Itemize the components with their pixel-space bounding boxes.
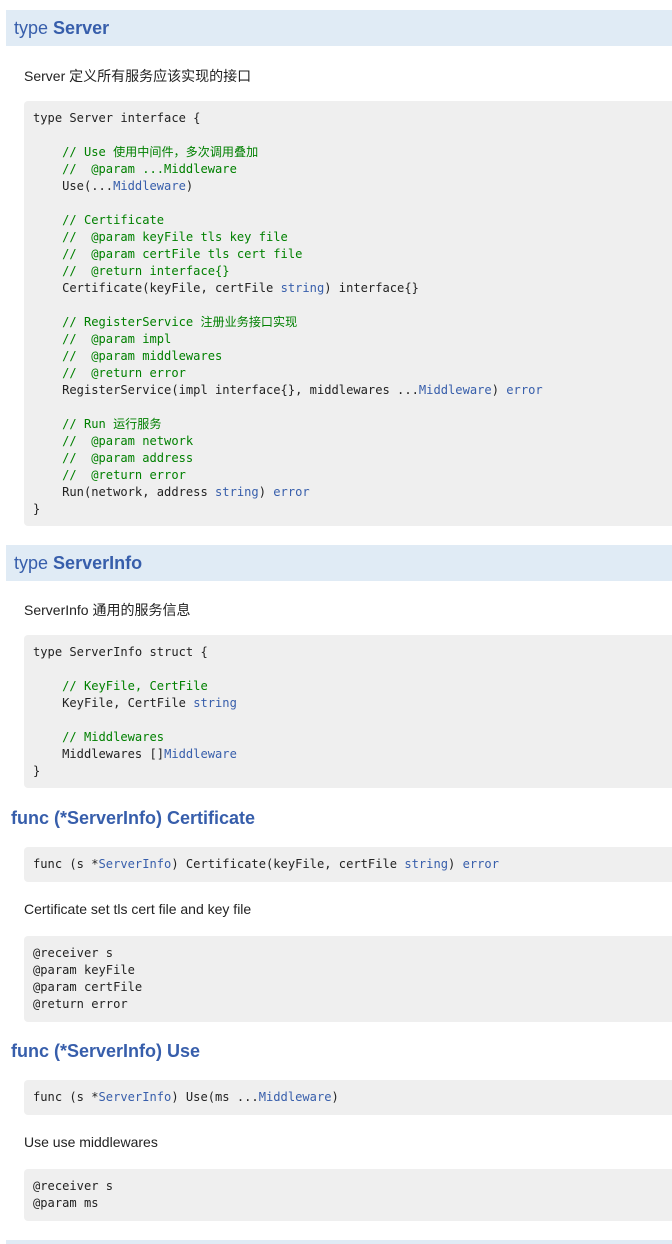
code-text: )	[331, 1090, 339, 1104]
code-comment-line: // KeyFile, CertFile	[33, 679, 208, 693]
type-link[interactable]: string	[281, 281, 325, 295]
code-comment-line: // @param keyFile tls key file	[33, 230, 288, 244]
code-text: ) Use(ms ...	[171, 1090, 259, 1104]
code-line: @param keyFile	[33, 963, 135, 977]
code-comment-line: // Use 使用中间件，多次调用叠加	[33, 145, 259, 159]
code-lines: type Server interface { ​ // Use 使用中间件，多次…	[24, 101, 672, 518]
code-line: @receiver s	[33, 946, 114, 960]
func-title-certificate[interactable]: func (*ServerInfo) Certificate	[11, 808, 255, 829]
code-text: )	[491, 383, 507, 397]
serverinfo-code-block: type ServerInfo struct { ​ // KeyFile, Ce…	[24, 635, 672, 788]
code-comment-line: // Certificate	[33, 213, 165, 227]
code-lines: @receiver s @param ms	[24, 1169, 672, 1212]
code-line: ​	[33, 297, 672, 314]
code-line: ​	[33, 661, 672, 678]
code-line: RegisterService(impl interface{}, middle…	[33, 383, 543, 397]
type-link[interactable]: Middleware	[419, 383, 492, 397]
code-line: @receiver s	[33, 1179, 114, 1193]
code-line: Run(network, address string) error	[33, 485, 310, 499]
type-link[interactable]: Middleware	[259, 1090, 332, 1104]
type-link[interactable]: string	[193, 696, 237, 710]
code-line: type Server interface {	[33, 111, 201, 125]
code-lines: func (s *ServerInfo) Use(ms ...Middlewar…	[24, 1080, 672, 1106]
type-link[interactable]: ServerInfo	[99, 857, 172, 871]
code-comment-line: // @return interface{}	[33, 264, 230, 278]
type-name: Server	[53, 18, 110, 38]
type-name: ServerInfo	[53, 553, 143, 573]
code-line: Middlewares []Middleware	[33, 747, 237, 761]
code-line: ​	[33, 712, 672, 729]
code-comment-line: // @param ...Middleware	[33, 162, 237, 176]
code-comment-line: // RegisterService 注册业务接口实现	[33, 315, 298, 329]
type-link[interactable]: string	[215, 485, 259, 499]
code-line: func (s *ServerInfo) Use(ms ...Middlewar…	[33, 1090, 339, 1104]
section-header-next	[6, 1240, 672, 1244]
code-comment-line: // @param certFile tls cert file	[33, 247, 303, 261]
use-signature: func (s *ServerInfo) Use(ms ...Middlewar…	[24, 1080, 672, 1115]
code-lines: func (s *ServerInfo) Certificate(keyFile…	[24, 847, 672, 873]
code-comment-line: // @return error	[33, 468, 186, 482]
certificate-signature: func (s *ServerInfo) Certificate(keyFile…	[24, 847, 672, 882]
use-description: Use use middlewares	[24, 1134, 158, 1150]
code-line: Certificate(keyFile, certFile string) in…	[33, 281, 419, 295]
code-line: type ServerInfo struct {	[33, 645, 208, 659]
code-line: ​	[33, 399, 672, 416]
type-link[interactable]: string	[404, 857, 448, 871]
code-text: )	[448, 857, 463, 871]
code-text: ) Certificate(keyFile, certFile	[171, 857, 405, 871]
code-line: @param ms	[33, 1196, 99, 1210]
type-link[interactable]: error	[463, 857, 499, 871]
code-line: ​	[33, 127, 672, 144]
server-code-block: type Server interface { ​ // Use 使用中间件，多次…	[24, 101, 672, 526]
code-line: }	[33, 502, 41, 516]
server-description: Server 定义所有服务应该实现的接口	[24, 68, 252, 84]
code-line: ​	[33, 195, 672, 212]
code-line: Use(...Middleware)	[33, 179, 194, 193]
code-comment-line: // @param middlewares	[33, 349, 223, 363]
code-line: @return error	[33, 997, 128, 1011]
code-line: @param certFile	[33, 980, 143, 994]
code-line: }	[33, 764, 41, 778]
code-text: ) interface{}	[324, 281, 419, 295]
section-title-serverinfo[interactable]: type ServerInfo	[14, 553, 142, 574]
section-title-server[interactable]: type Server	[14, 18, 109, 39]
code-line: KeyFile, CertFile string	[33, 696, 237, 710]
serverinfo-description: ServerInfo 通用的服务信息	[24, 602, 191, 618]
certificate-notes-block: @receiver s @param keyFile @param certFile…	[24, 936, 672, 1022]
section-header-server: type Server	[6, 10, 672, 46]
code-comment-line: // @param network	[33, 434, 194, 448]
code-text: )	[185, 179, 194, 193]
type-link[interactable]: error	[506, 383, 542, 397]
section-header-serverinfo: type ServerInfo	[6, 545, 672, 581]
keyword-label: type	[14, 18, 49, 38]
code-comment-line: // Run 运行服务	[33, 417, 162, 431]
use-notes-block: @receiver s @param ms	[24, 1169, 672, 1221]
code-comment-line: // @param address	[33, 451, 194, 465]
code-comment-line: // Middlewares	[33, 730, 165, 744]
code-comment-line: // @param impl	[33, 332, 172, 346]
type-link[interactable]: error	[273, 485, 309, 499]
type-link[interactable]: Middleware	[164, 747, 237, 761]
code-text: )	[258, 485, 274, 499]
certificate-description: Certificate set tls cert file and key fi…	[24, 901, 252, 917]
code-lines: @receiver s @param keyFile @param certFile…	[24, 936, 672, 1013]
type-link[interactable]: ServerInfo	[99, 1090, 172, 1104]
code-lines: type ServerInfo struct { ​ // KeyFile, Ce…	[24, 635, 672, 780]
type-link[interactable]: Middleware	[113, 179, 186, 193]
keyword-label: type	[14, 553, 49, 573]
code-comment-line: // @return error	[33, 366, 186, 380]
func-title-use[interactable]: func (*ServerInfo) Use	[11, 1041, 200, 1062]
code-line: func (s *ServerInfo) Certificate(keyFile…	[33, 857, 499, 871]
